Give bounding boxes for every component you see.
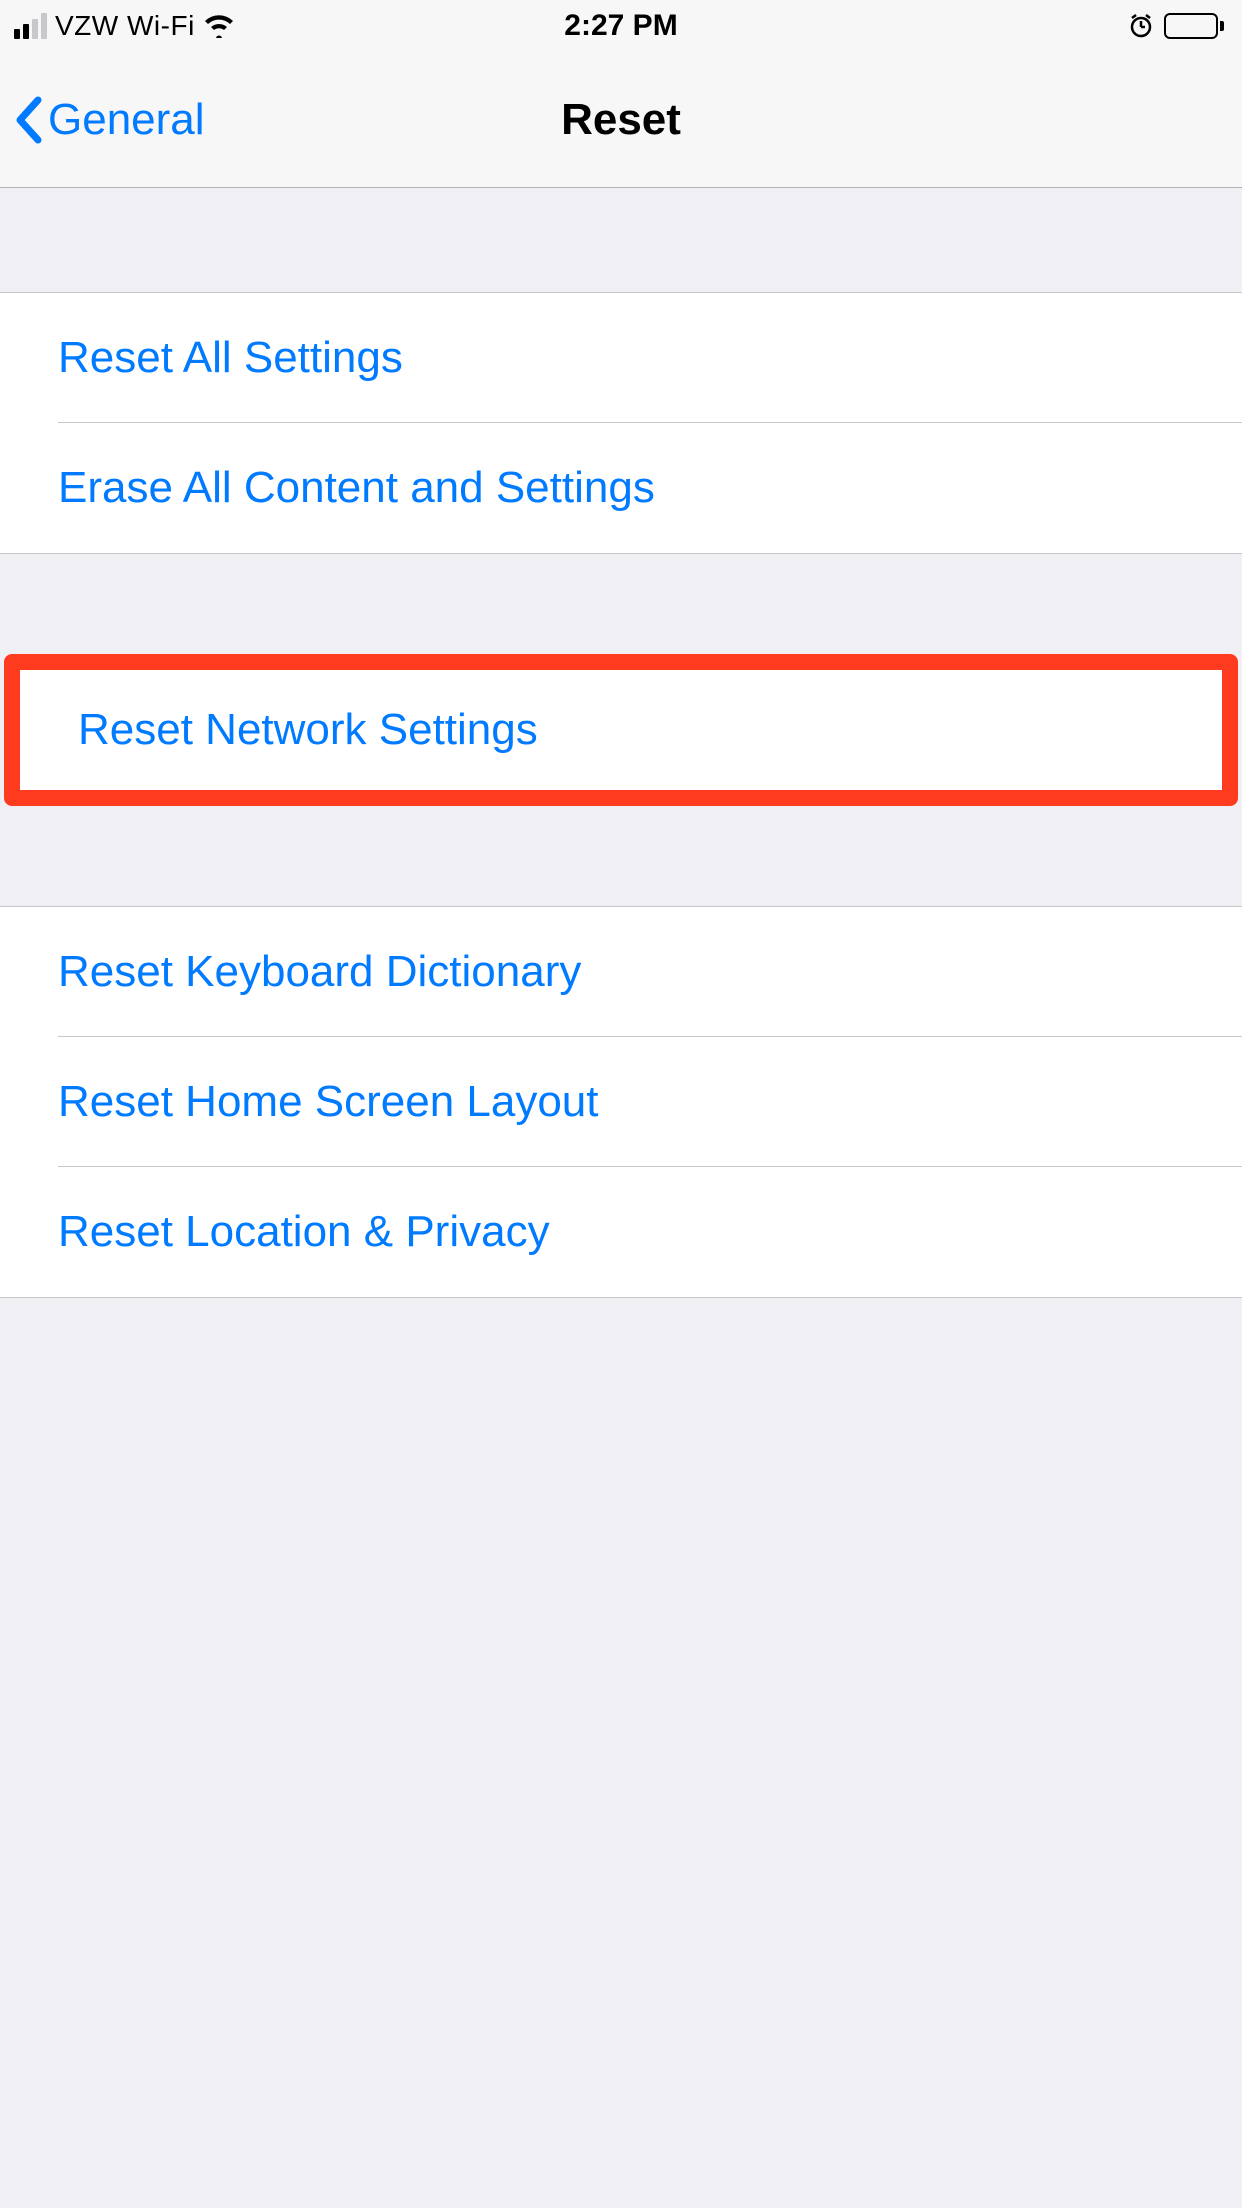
- reset-keyboard-dictionary-row[interactable]: Reset Keyboard Dictionary: [0, 907, 1242, 1037]
- row-label: Reset Network Settings: [78, 705, 538, 755]
- carrier-label: VZW Wi-Fi: [55, 10, 195, 42]
- reset-network-settings-row[interactable]: Reset Network Settings: [20, 670, 1222, 790]
- status-time: 2:27 PM: [564, 9, 677, 43]
- highlight-annotation: Reset Network Settings: [4, 654, 1238, 806]
- row-label: Reset Home Screen Layout: [58, 1077, 599, 1127]
- back-label: General: [48, 95, 205, 145]
- back-button[interactable]: General: [14, 95, 205, 145]
- reset-home-screen-layout-row[interactable]: Reset Home Screen Layout: [0, 1037, 1242, 1167]
- row-label: Reset Location & Privacy: [58, 1207, 550, 1257]
- reset-all-settings-row[interactable]: Reset All Settings: [0, 293, 1242, 423]
- page-title: Reset: [561, 95, 681, 145]
- reset-group-1: Reset All Settings Erase All Content and…: [0, 292, 1242, 554]
- alarm-icon: [1128, 13, 1154, 39]
- row-label: Erase All Content and Settings: [58, 463, 655, 513]
- erase-all-content-row[interactable]: Erase All Content and Settings: [0, 423, 1242, 553]
- reset-group-3: Reset Keyboard Dictionary Reset Home Scr…: [0, 906, 1242, 1298]
- row-label: Reset Keyboard Dictionary: [58, 947, 581, 997]
- chevron-left-icon: [14, 96, 44, 144]
- navigation-bar: General Reset: [0, 52, 1242, 188]
- row-label: Reset All Settings: [58, 333, 403, 383]
- status-bar: VZW Wi-Fi 2:27 PM: [0, 0, 1242, 52]
- reset-location-privacy-row[interactable]: Reset Location & Privacy: [0, 1167, 1242, 1297]
- signal-strength-icon: [14, 13, 47, 39]
- wifi-icon: [203, 14, 235, 38]
- battery-icon: [1164, 13, 1224, 39]
